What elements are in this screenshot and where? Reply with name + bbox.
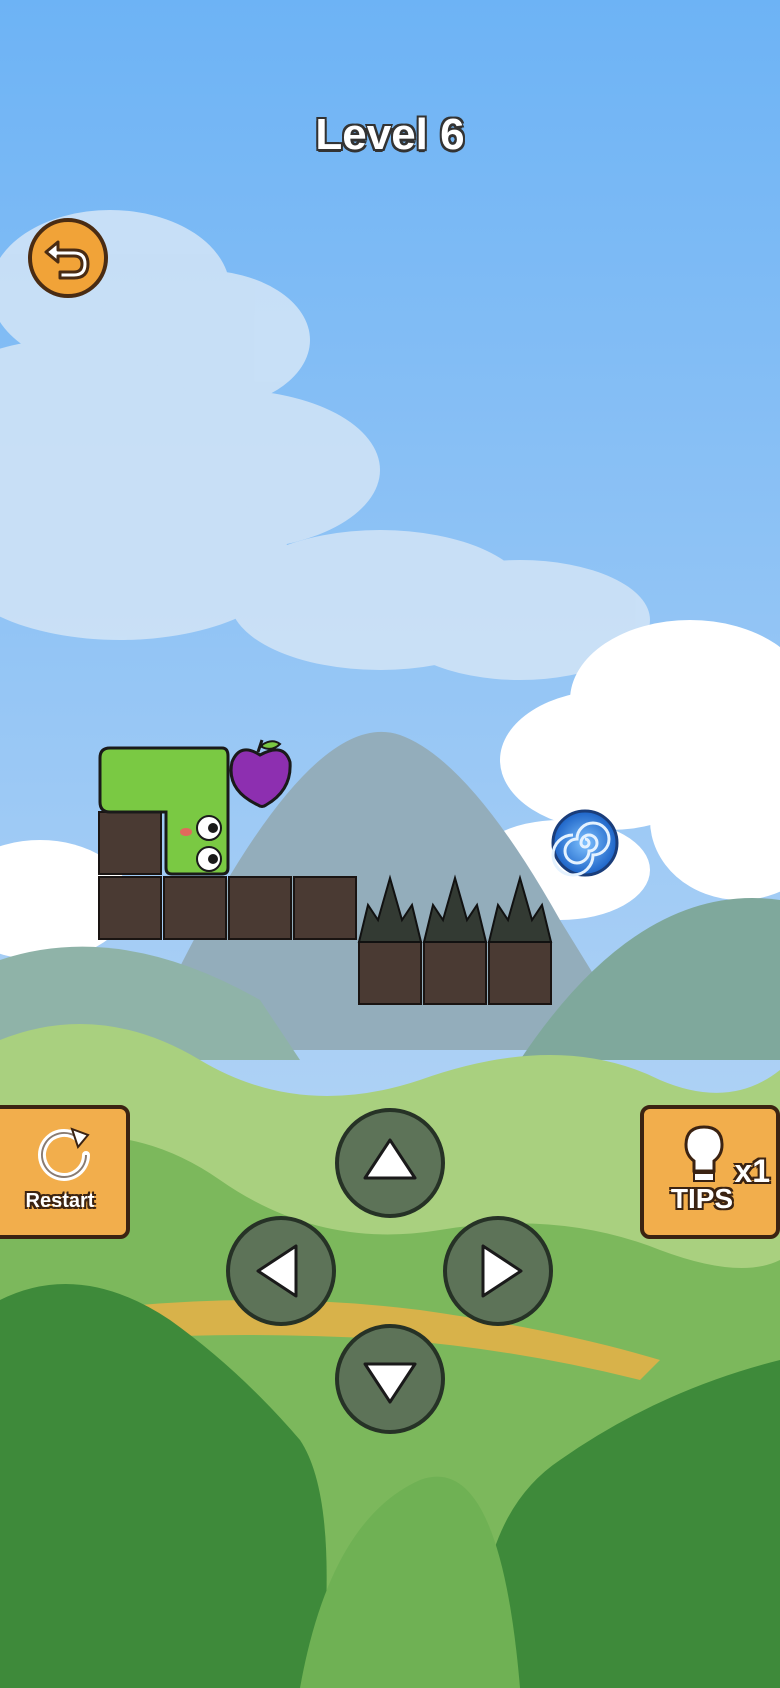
back-arrow-icon (44, 240, 90, 280)
block (488, 941, 552, 1005)
dpad-right-button[interactable] (443, 1216, 553, 1326)
block (423, 941, 487, 1005)
dpad-down-button[interactable] (335, 1324, 445, 1434)
tips-label: TIPS (670, 1183, 734, 1214)
block (228, 876, 292, 940)
restart-button[interactable]: Restart (0, 1105, 130, 1239)
arrow-right-icon (481, 1244, 523, 1298)
block (98, 811, 162, 875)
arrow-up-icon (363, 1138, 417, 1180)
block (163, 876, 227, 940)
arrow-left-icon (256, 1244, 298, 1298)
back-button[interactable] (28, 218, 108, 298)
block (358, 941, 422, 1005)
game-scene (0, 0, 780, 1688)
dpad-left-button[interactable] (226, 1216, 336, 1326)
arrow-down-icon (363, 1362, 417, 1404)
spikes (357, 874, 553, 943)
portal (551, 809, 619, 877)
restart-icon (38, 1127, 90, 1181)
block (98, 876, 162, 940)
block (293, 876, 357, 940)
level-title: Level 6 (315, 110, 465, 159)
restart-label: Restart (25, 1190, 95, 1212)
tips-button[interactable]: x1 TIPS (640, 1105, 780, 1239)
dpad-up-button[interactable] (335, 1108, 445, 1218)
